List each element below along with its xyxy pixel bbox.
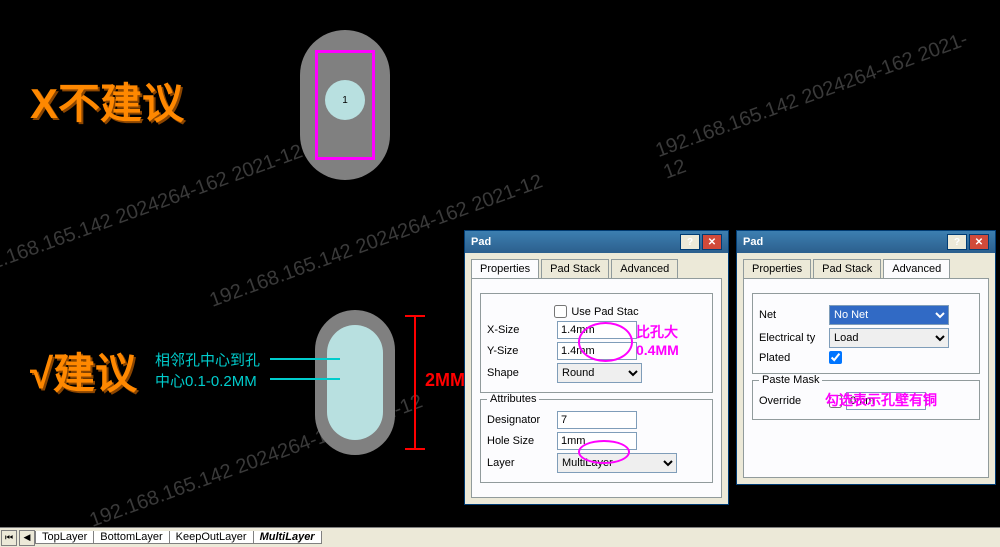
not-recommend-label: X不建议 (30, 70, 184, 131)
watermark: 192.168.165.142 2024264-162 2021-12 (653, 22, 998, 185)
bigger-than-hole-ann1: 比孔大 (636, 322, 678, 342)
scroll-prev-icon[interactable]: ◀ (19, 530, 35, 546)
dimension-2mm: 2MM (425, 370, 465, 391)
pad-shape-not-recommended: 1 (300, 30, 390, 180)
use-pad-stack-label: Use Pad Stac (571, 306, 638, 318)
dialog-titlebar[interactable]: Pad ? ✕ (737, 231, 995, 253)
help-button[interactable]: ? (947, 234, 967, 250)
adjacent-hole-hint: 相邻孔中心到孔 中心0.1-0.2MM (155, 350, 260, 392)
dimension-line (405, 315, 425, 450)
net-select[interactable]: No Net (829, 305, 949, 325)
tab-advanced[interactable]: Advanced (611, 259, 678, 278)
use-pad-stack-checkbox[interactable] (554, 305, 567, 318)
electrical-label: Electrical ty (759, 332, 829, 344)
recommend-label: √建议 (30, 340, 137, 401)
scroll-first-icon[interactable]: ⏮ (1, 530, 17, 546)
x-size-input[interactable] (557, 321, 637, 339)
layer-tab-top[interactable]: TopLayer (35, 531, 94, 544)
plated-label: Plated (759, 352, 829, 364)
electrical-select[interactable]: Load (829, 328, 949, 348)
net-group: Net No Net Electrical ty Load Plated (752, 293, 980, 374)
tab-bar: Properties Pad Stack Advanced (465, 253, 728, 278)
pad-shape-recommended (315, 310, 395, 455)
tab-pad-stack[interactable]: Pad Stack (813, 259, 881, 278)
hole-size-input[interactable] (557, 432, 637, 450)
tab-pad-stack[interactable]: Pad Stack (541, 259, 609, 278)
attributes-title: Attributes (487, 393, 539, 405)
tab-panel: Net No Net Electrical ty Load Plated Pas… (743, 278, 989, 478)
plated-checkbox[interactable] (829, 351, 842, 364)
layer-select[interactable]: MultiLayer (557, 453, 677, 473)
hint-line1: 相邻孔中心到孔 (155, 350, 260, 371)
layer-tab-bar: ⏮ ◀ TopLayer BottomLayer KeepOutLayer Mu… (0, 527, 1000, 547)
dialog-title: Pad (471, 236, 491, 248)
pad-dialog-advanced: Pad ? ✕ Properties Pad Stack Advanced Ne… (736, 230, 996, 485)
net-label: Net (759, 309, 829, 321)
shape-label: Shape (487, 367, 557, 379)
attributes-group: Attributes Designator Hole Size Layer Mu… (480, 399, 713, 483)
close-button[interactable]: ✕ (969, 234, 989, 250)
shape-select[interactable]: Round (557, 363, 642, 383)
layer-tab-multilayer[interactable]: MultiLayer (253, 531, 322, 544)
tab-properties[interactable]: Properties (743, 259, 811, 278)
pad-slot-hole (327, 325, 383, 440)
designator-label: Designator (487, 414, 557, 426)
plated-hint-ann: 勾选表示孔壁有铜 (825, 390, 937, 410)
bigger-than-hole-ann2: 0.4MM (636, 342, 679, 358)
tab-advanced[interactable]: Advanced (883, 259, 950, 278)
pad-hole: 1 (325, 80, 365, 120)
pad-dialog-properties: Pad ? ✕ Properties Pad Stack Advanced Us… (464, 230, 729, 505)
help-button[interactable]: ? (680, 234, 700, 250)
watermark: 192.168.165.142 2024264-162 2021-12 (0, 140, 306, 282)
tab-properties[interactable]: Properties (471, 259, 539, 278)
y-size-input[interactable] (557, 342, 637, 360)
x-size-label: X-Size (487, 324, 557, 336)
hint-line2: 中心0.1-0.2MM (155, 371, 260, 392)
hint-leader-2 (270, 378, 340, 380)
override-label: Override (759, 395, 829, 407)
hint-leader-1 (270, 358, 340, 360)
designator-input[interactable] (557, 411, 637, 429)
dialog-titlebar[interactable]: Pad ? ✕ (465, 231, 728, 253)
layer-tab-bottom[interactable]: BottomLayer (93, 531, 169, 544)
dialog-title: Pad (743, 236, 763, 248)
paste-mask-title: Paste Mask (759, 374, 822, 386)
y-size-label: Y-Size (487, 345, 557, 357)
layer-tab-keepout[interactable]: KeepOutLayer (169, 531, 254, 544)
hole-size-label: Hole Size (487, 435, 557, 447)
close-button[interactable]: ✕ (702, 234, 722, 250)
tab-bar: Properties Pad Stack Advanced (737, 253, 995, 278)
tab-panel: Use Pad Stac X-Size Y-Size Shape Round A… (471, 278, 722, 498)
layer-label: Layer (487, 457, 557, 469)
